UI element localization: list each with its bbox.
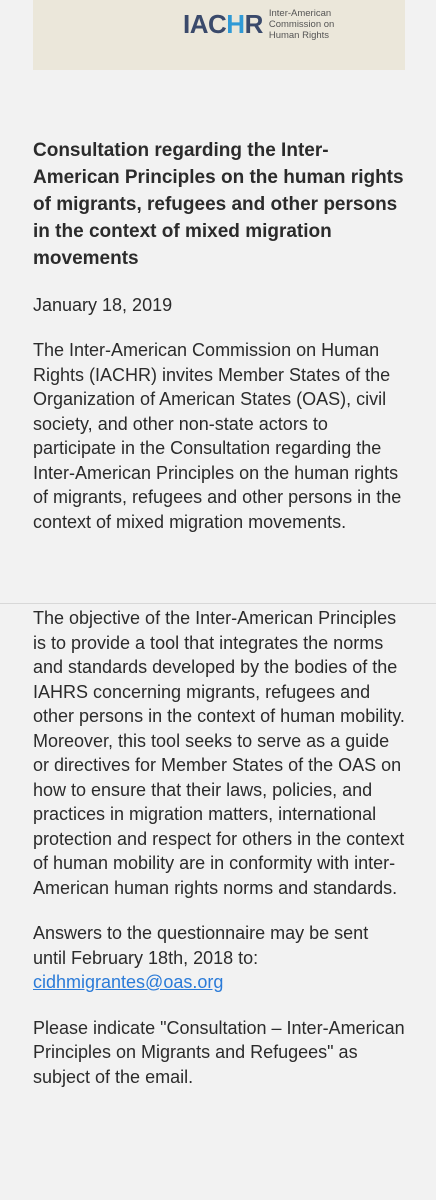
iachr-logo: IACHR Inter-American Commission on Human… — [183, 8, 359, 41]
logo-text-line: Human Rights — [268, 30, 330, 41]
article-bottom: The objective of the Inter-American Prin… — [33, 606, 405, 1089]
paragraph-answers: Answers to the questionnaire may be sent… — [33, 921, 405, 995]
logo-mark-r: R — [244, 9, 264, 39]
paragraph-subject: Please indicate "Consultation – Inter-Am… — [33, 1017, 405, 1087]
divider — [0, 603, 436, 604]
header-banner: IACHR Inter-American Commission on Human… — [33, 0, 405, 70]
article-title: Consultation regarding the Inter-America… — [33, 140, 404, 269]
email-body: IACHR Inter-American Commission on Human… — [0, 0, 436, 1200]
logo-mark: IACHR — [183, 9, 263, 40]
article-date: January 18, 2019 — [33, 295, 173, 315]
logo-text-line: Commission on — [268, 19, 335, 30]
logo-mark-a: IAC — [183, 9, 227, 39]
answers-text: Answers to the questionnaire may be sent… — [33, 923, 369, 968]
paragraph-intro: The Inter-American Commission on Human R… — [33, 340, 402, 532]
email-link[interactable]: cidhmigrantes@oas.org — [33, 972, 223, 992]
paragraph-objective: The objective of the Inter-American Prin… — [33, 608, 405, 898]
logo-text-line: Inter-American — [268, 8, 332, 19]
article-top: Consultation regarding the Inter-America… — [33, 137, 405, 534]
logo-text: Inter-American Commission on Human Right… — [269, 8, 359, 41]
logo-mark-h: H — [226, 9, 245, 39]
